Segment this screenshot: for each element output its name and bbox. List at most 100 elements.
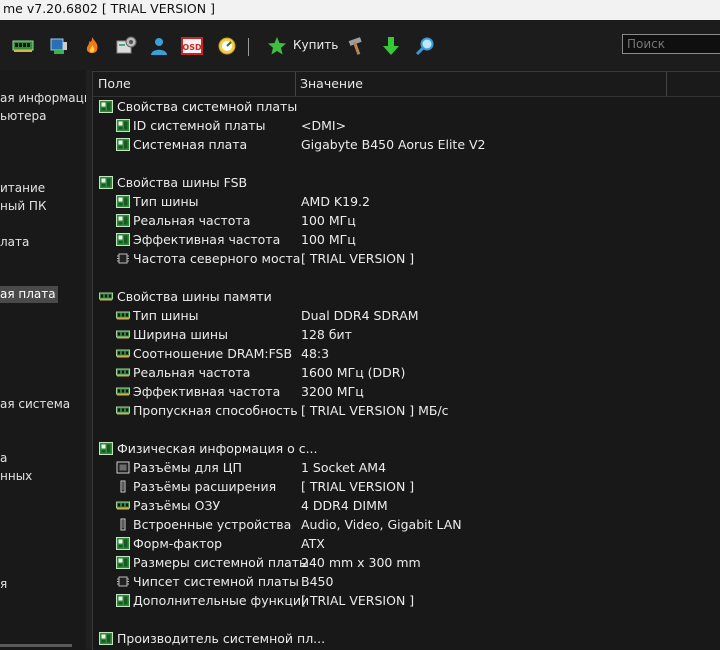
- property-value: 4 DDR4 DIMM: [301, 498, 388, 513]
- section-title: Свойства шины FSB: [117, 175, 248, 190]
- property-value: ATX: [301, 536, 325, 551]
- motherboard-icon: [116, 594, 130, 607]
- property-value: [ TRIAL VERSION ] МБ/с: [301, 403, 449, 418]
- memory-icon: [116, 385, 130, 398]
- search-magnifier-icon[interactable]: [414, 35, 436, 57]
- chip-icon: [116, 252, 130, 265]
- section-header[interactable]: Свойства системной платы: [93, 97, 713, 116]
- horizontal-scrollbar[interactable]: [0, 644, 72, 647]
- property-field: Реальная частота: [133, 365, 251, 380]
- memory-icon: [116, 366, 130, 379]
- property-row[interactable]: Тип шины AMD K19.2: [93, 192, 713, 211]
- user-icon[interactable]: [148, 35, 170, 57]
- sidebar-item[interactable]: ьютера: [0, 108, 47, 125]
- property-value: 240 mm x 300 mm: [301, 555, 421, 570]
- property-row[interactable]: Частота северного моста[ TRIAL VERSION ]: [93, 249, 713, 268]
- property-row[interactable]: Реальная частота 100 МГц: [93, 211, 713, 230]
- buy-button[interactable]: Купить: [293, 38, 338, 52]
- property-row[interactable]: Реальная частота 1600 МГц (DDR): [93, 363, 713, 382]
- sidebar-item[interactable]: ая плата: [0, 286, 58, 303]
- property-row[interactable]: Форм-фактор ATX: [93, 534, 713, 553]
- sidebar-item[interactable]: лата: [0, 234, 29, 251]
- motherboard-icon: [116, 214, 130, 227]
- property-field: Тип шины: [133, 194, 199, 209]
- property-row[interactable]: Эффективная частота 100 МГц: [93, 230, 713, 249]
- title-bar: me v7.20.6802 [ TRIAL VERSION ]: [0, 0, 720, 20]
- property-row[interactable]: Ширина шины 128 бит: [93, 325, 713, 344]
- property-value: B450: [301, 574, 334, 589]
- memory-icon: [116, 499, 130, 512]
- property-row[interactable]: Разъёмы расширения [ TRIAL VERSION ]: [93, 477, 713, 496]
- chip-icon: [116, 575, 130, 588]
- search-input[interactable]: [622, 34, 720, 54]
- memory-icon: [116, 328, 130, 341]
- memory-icon: [116, 309, 130, 322]
- property-row[interactable]: Размеры системной платы 240 mm x 300 mm: [93, 553, 713, 572]
- sidebar-item[interactable]: я: [0, 576, 7, 593]
- property-value: <DMI>: [301, 118, 347, 133]
- property-row[interactable]: Тип шины Dual DDR4 SDRAM: [93, 306, 713, 325]
- property-row[interactable]: Разъёмы для ЦП 1 Socket AM4: [93, 458, 713, 477]
- property-field: Эффективная частота: [133, 384, 281, 399]
- column-header-value[interactable]: Значение: [300, 72, 363, 96]
- section-header[interactable]: Производитель системной пл...: [93, 629, 713, 648]
- property-field: Размеры системной платы: [133, 555, 309, 570]
- expansion-slot-icon: [116, 518, 130, 531]
- property-row[interactable]: Разъёмы ОЗУ 4 DDR4 DIMM: [93, 496, 713, 515]
- section-title: Свойства системной платы: [117, 99, 298, 114]
- network-card-icon[interactable]: [48, 35, 70, 57]
- property-row[interactable]: Встроенные устройства Audio, Video, Gigab…: [93, 515, 713, 534]
- motherboard-icon: [99, 442, 113, 455]
- system-tools-icon[interactable]: [115, 35, 137, 57]
- download-arrow-icon[interactable]: [380, 35, 402, 57]
- property-value: 100 МГц: [301, 213, 356, 228]
- property-row[interactable]: Эффективная частота 3200 МГц: [93, 382, 713, 401]
- property-field: Разъёмы для ЦП: [133, 460, 242, 475]
- property-row[interactable]: ID системной платы <DMI>: [93, 116, 713, 135]
- osd-icon[interactable]: OSD: [181, 35, 203, 57]
- section-header[interactable]: Свойства шины FSB: [93, 173, 713, 192]
- memory-icon: [99, 290, 113, 303]
- property-field: Частота северного моста: [133, 251, 301, 266]
- section-header[interactable]: Свойства шины памяти: [93, 287, 713, 306]
- property-value: Gigabyte B450 Aorus Elite V2: [301, 137, 486, 152]
- buy-star-icon[interactable]: [266, 35, 288, 57]
- column-header: Поле Значение: [93, 72, 720, 97]
- column-divider[interactable]: [295, 72, 296, 96]
- property-row[interactable]: Пропускная способность[ TRIAL VERSION ] …: [93, 401, 713, 420]
- section-title: Свойства шины памяти: [117, 289, 272, 304]
- motherboard-icon: [99, 632, 113, 645]
- property-value: 100 МГц: [301, 232, 356, 247]
- section-title: Производитель системной пл...: [117, 631, 326, 646]
- property-row[interactable]: Чипсет системной платы B450: [93, 572, 713, 591]
- motherboard-icon: [116, 119, 130, 132]
- toolbar-separator: [248, 38, 249, 56]
- sidebar-item[interactable]: ая информация: [0, 90, 86, 107]
- sidebar-item[interactable]: итание: [0, 180, 45, 197]
- navigation-tree: ая информацияьютера итаниеный ПК лата ая пл…: [0, 70, 86, 649]
- column-divider[interactable]: [666, 72, 667, 96]
- property-value: [ TRIAL VERSION ]: [301, 251, 415, 266]
- benchmark-gauge-icon[interactable]: [216, 35, 238, 57]
- expansion-slot-icon: [116, 480, 130, 493]
- cpu-socket-icon: [116, 461, 130, 474]
- property-row[interactable]: Дополнительные функции[ TRIAL VERSION ]: [93, 591, 713, 610]
- property-field: Разъёмы расширения: [133, 479, 277, 494]
- property-row[interactable]: Соотношение DRAM:FSB 48:3: [93, 344, 713, 363]
- sidebar-item[interactable]: а: [0, 450, 7, 467]
- motherboard-icon: [116, 556, 130, 569]
- hammer-icon[interactable]: [345, 35, 367, 57]
- property-value: 128 бит: [301, 327, 352, 342]
- fire-icon[interactable]: [81, 35, 103, 57]
- property-field: Ширина шины: [133, 327, 228, 342]
- property-field: Разъёмы ОЗУ: [133, 498, 221, 513]
- property-row[interactable]: Системная плата Gigabyte B450 Aorus Elite…: [93, 135, 713, 154]
- column-header-field[interactable]: Поле: [98, 72, 131, 96]
- sidebar-item[interactable]: нных: [0, 468, 32, 485]
- motherboard-icon: [99, 176, 113, 189]
- section-header[interactable]: Физическая информация о с...: [93, 439, 713, 458]
- property-value: Dual DDR4 SDRAM: [301, 308, 419, 323]
- memory-module-icon[interactable]: [12, 35, 34, 57]
- sidebar-item[interactable]: ая система: [0, 396, 70, 413]
- sidebar-item[interactable]: ный ПК: [0, 198, 46, 215]
